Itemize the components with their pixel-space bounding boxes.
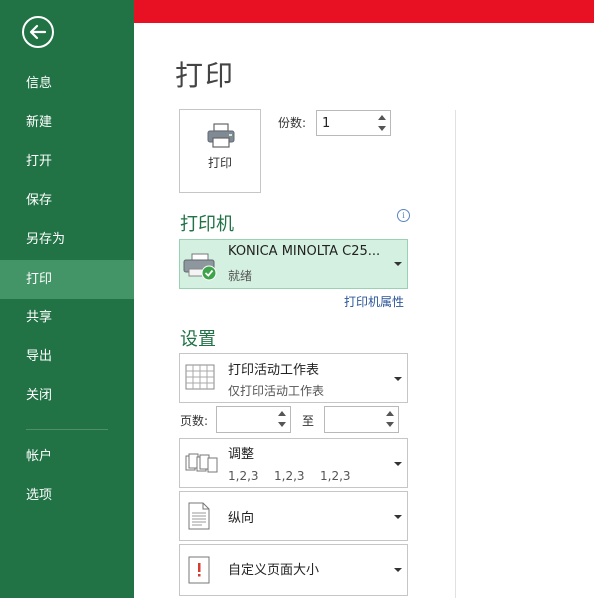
print-button[interactable]: 打印 [179, 109, 261, 193]
copies-value[interactable]: 1 [322, 116, 330, 131]
preview-divider [455, 110, 456, 598]
collate-title: 调整 [228, 447, 255, 462]
orientation-dropdown[interactable]: 纵向 [179, 491, 408, 541]
sidebar-item-print[interactable]: 打印 [0, 260, 134, 299]
spin-up-icon[interactable] [278, 411, 286, 416]
print-what-dropdown[interactable]: 打印活动工作表 仅打印活动工作表 [179, 353, 408, 403]
sidebar-item-save[interactable]: 保存 [0, 181, 134, 220]
spin-up-icon[interactable] [378, 115, 386, 120]
collate-dropdown[interactable]: 调整 1,2,3 1,2,3 1,2,3 [179, 438, 408, 488]
printer-status: 就绪 [228, 269, 253, 283]
copies-stepper[interactable]: 1 [316, 110, 391, 136]
collate-seq-1: 1,2,3 [228, 469, 259, 483]
custom-page-size-icon [188, 556, 210, 584]
portrait-page-icon [188, 502, 210, 530]
page-title: 打印 [175, 59, 236, 92]
sidebar-item-share[interactable]: 共享 [0, 298, 134, 337]
spin-down-icon[interactable] [378, 126, 386, 131]
pages-from-spin[interactable] [274, 407, 290, 431]
sidebar-divider [26, 429, 108, 430]
sidebar-item-open[interactable]: 打开 [0, 142, 134, 181]
print-button-label: 打印 [207, 156, 232, 170]
sidebar-item-account[interactable]: 帐户 [0, 437, 134, 476]
backstage-sidebar: 信息 新建 打开 保存 另存为 打印 共享 导出 关闭 帐户 选项 [0, 0, 134, 598]
printer-select[interactable]: KONICA MINOLTA C25... 就绪 [179, 239, 408, 289]
print-what-subtitle: 仅打印活动工作表 [228, 384, 325, 398]
chevron-down-icon [394, 568, 402, 572]
pages-label: 页数: [180, 414, 209, 428]
title-bar-strip [134, 0, 594, 23]
info-icon[interactable]: i [397, 209, 410, 222]
chevron-down-icon [394, 515, 402, 519]
sidebar-item-options[interactable]: 选项 [0, 476, 134, 515]
collate-seq-2: 1,2,3 [274, 469, 305, 483]
sidebar-item-info[interactable]: 信息 [0, 64, 134, 103]
back-arrow-icon[interactable] [22, 16, 54, 48]
sidebar-item-close[interactable]: 关闭 [0, 376, 134, 415]
collate-pages-icon [185, 453, 218, 473]
printer-section-title: 打印机 [180, 214, 234, 235]
copies-spin[interactable] [374, 111, 390, 135]
sheet-grid-icon [185, 364, 215, 390]
spin-down-icon[interactable] [386, 422, 394, 427]
sidebar-item-export[interactable]: 导出 [0, 337, 134, 376]
printer-properties-link[interactable]: 打印机属性 [344, 293, 404, 310]
printer-icon [207, 123, 235, 148]
paper-size-dropdown[interactable]: 自定义页面大小 [179, 544, 408, 596]
printer-name: KONICA MINOLTA C25... [228, 244, 381, 259]
sidebar-item-save-as[interactable]: 另存为 [0, 220, 134, 259]
pages-from-field[interactable] [216, 406, 291, 433]
settings-section-title: 设置 [180, 329, 216, 350]
spin-up-icon[interactable] [386, 411, 394, 416]
print-what-title: 打印活动工作表 [228, 363, 320, 378]
printer-ready-icon [183, 253, 217, 281]
chevron-down-icon [394, 462, 402, 466]
chevron-down-icon [394, 262, 402, 266]
spin-down-icon[interactable] [278, 422, 286, 427]
paper-size-title: 自定义页面大小 [228, 563, 320, 578]
pages-to-field[interactable] [324, 406, 399, 433]
collate-seq-3: 1,2,3 [320, 469, 351, 483]
chevron-down-icon [394, 377, 402, 381]
sidebar-item-new[interactable]: 新建 [0, 103, 134, 142]
collate-sequence: 1,2,3 1,2,3 1,2,3 [228, 469, 366, 483]
to-label: 至 [302, 414, 315, 428]
orientation-title: 纵向 [228, 511, 255, 526]
pages-to-spin[interactable] [382, 407, 398, 431]
copies-label: 份数: [278, 116, 307, 130]
